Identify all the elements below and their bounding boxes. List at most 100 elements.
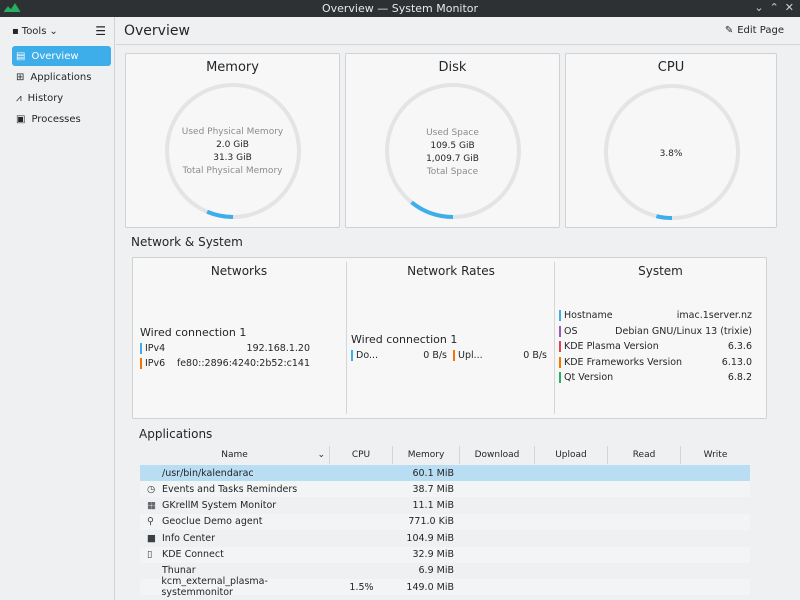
column-header-label: Memory	[407, 450, 445, 460]
location-icon: ⚲	[147, 516, 154, 528]
app-memory: 771.0 KiB	[408, 516, 454, 528]
disk-total-value: 1,009.7 GiB	[426, 154, 479, 164]
history-chart-icon: ⩘	[16, 92, 22, 104]
system-info-label: OS	[564, 325, 578, 337]
cpu-card: CPU 3.8%	[565, 53, 777, 228]
system-color-bar	[559, 372, 561, 383]
system-info-row: KDE Plasma Version 6.3.6	[559, 341, 752, 352]
app-memory: 6.9 MiB	[418, 565, 454, 577]
system-info-label: KDE Frameworks Version	[564, 356, 683, 368]
table-row[interactable]: ■ Info Center 104.9 MiB	[140, 530, 750, 546]
tools-menu-button[interactable]: ▪ Tools ⌄	[8, 24, 62, 39]
table-row[interactable]: ▦ GKrellM System Monitor 11.1 MiB	[140, 498, 750, 514]
memory-title: Memory	[206, 60, 259, 75]
sidebar-item-processes[interactable]: ▣ Processes	[12, 109, 111, 129]
table-row[interactable]: /usr/bin/kalendarac 60.1 MiB	[140, 465, 750, 481]
pencil-icon: ✎	[724, 25, 734, 36]
system-info-value: 6.8.2	[727, 372, 752, 383]
applications-table: Name ⌄ CPU Memory Download Upload Read W…	[140, 446, 750, 600]
column-header-write[interactable]: Write	[681, 446, 750, 464]
app-name: GKrellM System Monitor	[162, 500, 277, 512]
column-header-read[interactable]: Read	[608, 446, 681, 464]
ipv6-row: IPv6 fe80::2896:4240:2b52:c141	[140, 358, 310, 369]
column-header-label: Upload	[555, 450, 587, 460]
memory-used-value: 2.0 GiB	[216, 140, 249, 150]
app-name: Geoclue Demo agent	[162, 516, 263, 528]
table-row[interactable]: ▯ KDE Connect 32.9 MiB	[140, 546, 750, 563]
app-cpu: 1.5%	[349, 581, 374, 593]
networks-title: Networks	[210, 264, 268, 278]
ipv6-label: IPv6	[145, 358, 166, 369]
download-rate-value: 0 B/s	[423, 350, 447, 361]
sidebar-item-label: History	[27, 92, 64, 104]
rates-connection-name: Wired connection 1	[351, 333, 458, 346]
sidebar-item-history[interactable]: ⩘ History	[12, 88, 111, 108]
table-row[interactable]: ⚲ Geoclue Demo agent 771.0 KiB	[140, 513, 750, 530]
ipv4-color-bar	[140, 343, 142, 354]
table-row[interactable]: ◷ Events and Tasks Reminders 38.7 MiB	[140, 481, 750, 498]
system-info-label: KDE Plasma Version	[564, 341, 659, 352]
sidebar: ▪ Tools ⌄ ☰ ▤ Overview ⊞ Applications ⩘ …	[0, 17, 115, 600]
app-name: Info Center	[162, 532, 215, 544]
window-title: Overview — System Monitor	[321, 2, 479, 15]
column-header-label: Read	[632, 450, 656, 460]
disk-used-label: Used Space	[426, 128, 479, 138]
app-name: KDE Connect	[162, 549, 224, 560]
app-name: Events and Tasks Reminders	[162, 483, 298, 495]
sidebar-item-applications[interactable]: ⊞ Applications	[12, 67, 111, 87]
system-info-value: 6.3.6	[727, 341, 752, 352]
title-bar: Overview — System Monitor ⌄ ⌃ ✕	[0, 0, 800, 17]
download-rate-row: Do... 0 B/s	[351, 350, 447, 361]
app-memory: 38.7 MiB	[412, 483, 454, 495]
app-memory: 104.9 MiB	[406, 532, 454, 544]
sidebar-item-label: Applications	[30, 71, 92, 83]
column-header-cpu[interactable]: CPU	[330, 446, 393, 464]
edit-page-button[interactable]: ✎ Edit Page	[725, 25, 784, 36]
column-header-label: Download	[474, 450, 520, 460]
column-header-label: CPU	[351, 450, 371, 460]
hamburger-menu-icon[interactable]: ☰	[95, 24, 106, 38]
app-name: /usr/bin/kalendarac	[162, 467, 254, 479]
maximize-button[interactable]: ⌃	[770, 1, 779, 14]
system-monitor-app-icon	[4, 3, 20, 13]
system-info-value: Debian GNU/Linux 13 (trixie)	[615, 325, 752, 337]
network-system-card: Networks Wired connection 1 IPv4 192.168…	[132, 257, 767, 419]
system-info-label: Qt Version	[564, 372, 614, 383]
toolbox-icon: ▪	[12, 25, 19, 37]
app-memory: 32.9 MiB	[412, 549, 454, 560]
sidebar-item-label: Overview	[31, 50, 79, 62]
ipv4-label: IPv4	[145, 343, 166, 354]
tools-label: Tools	[21, 25, 47, 37]
networks-connection-name: Wired connection 1	[140, 326, 247, 339]
system-panel: System Hostname imac.1server.nz OS Debian G…	[555, 258, 766, 418]
column-header-upload[interactable]: Upload	[535, 446, 608, 464]
download-color-bar	[351, 350, 353, 361]
minimize-button[interactable]: ⌄	[754, 1, 763, 14]
network-rates-panel: Network Rates Wired connection 1 Do... 0…	[347, 258, 555, 418]
system-color-bar	[559, 341, 561, 352]
disk-total-label: Total Space	[426, 167, 479, 177]
sidebar-item-label: Processes	[31, 113, 81, 125]
ipv6-color-bar	[140, 358, 142, 369]
column-header-download[interactable]: Download	[460, 446, 535, 464]
info-icon: ■	[147, 532, 156, 544]
column-header-label: Name	[221, 450, 248, 460]
memory-total-value: 31.3 GiB	[213, 153, 252, 163]
close-button[interactable]: ✕	[785, 1, 794, 14]
upload-rate-value: 0 B/s	[523, 350, 547, 361]
sidebar-item-overview[interactable]: ▤ Overview	[12, 46, 111, 66]
processes-icon: ▣	[16, 113, 26, 125]
column-header-name[interactable]: Name ⌄	[140, 446, 330, 464]
app-memory: 11.1 MiB	[412, 500, 454, 512]
app-name: kcm_external_plasma-systemmonitor	[161, 576, 268, 599]
sort-chevron-down-icon: ⌄	[317, 450, 325, 460]
system-title: System	[638, 264, 683, 278]
column-header-memory[interactable]: Memory	[393, 446, 460, 464]
memory-card: Memory Used Physical Memory 2.0 GiB 31.3…	[125, 53, 340, 228]
table-row[interactable]: kcm_external_plasma-systemmonitor 1.5% 149…	[140, 576, 750, 599]
column-header-label: Write	[703, 450, 728, 460]
ipv6-value: fe80::2896:4240:2b52:c141	[176, 358, 310, 369]
system-info-value: 6.13.0	[721, 356, 752, 368]
upload-rate-label: Upl...	[458, 350, 483, 361]
cpu-title: CPU	[657, 60, 685, 75]
